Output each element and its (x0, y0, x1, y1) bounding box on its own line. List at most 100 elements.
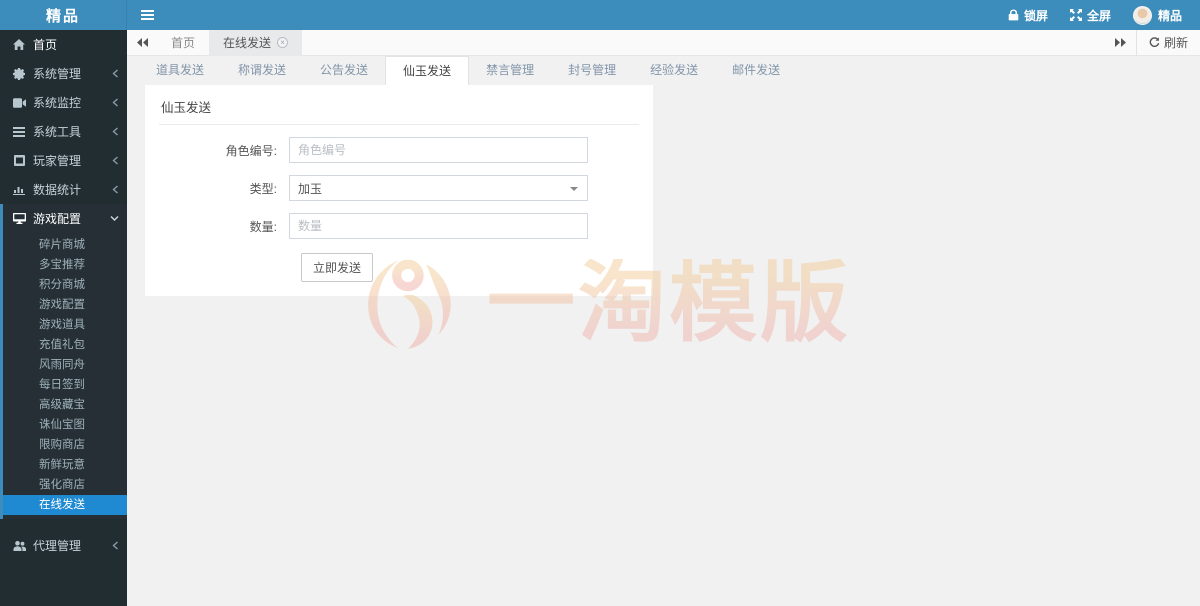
user-menu[interactable]: 精品 (1133, 6, 1182, 25)
type-select[interactable]: 加玉 (289, 175, 588, 201)
chevron-left-icon (112, 185, 119, 194)
lock-screen-label: 锁屏 (1024, 7, 1048, 24)
form-row-role-id: 角色编号: (159, 137, 639, 163)
type-label: 类型: (159, 180, 289, 197)
fullscreen-label: 全屏 (1087, 7, 1111, 24)
breadcrumb-tabbar: 首页 在线发送 × 刷新 (127, 30, 1200, 56)
type-select-value: 加玉 (298, 180, 322, 197)
top-header: 精品 锁屏 全屏 精品 (0, 0, 1200, 30)
panel-title: 仙玉发送 (159, 95, 639, 125)
submenu-item-fresh-stuff[interactable]: 新鲜玩意 (3, 455, 127, 475)
xianyu-send-panel: 仙玉发送 角色编号: 类型: 加玉 数量: 立即发送 (145, 85, 653, 296)
tab-announcement-send[interactable]: 公告发送 (303, 56, 385, 85)
submenu-item-zhuxian-map[interactable]: 诛仙宝图 (3, 415, 127, 435)
tab-exp-send[interactable]: 经验发送 (633, 56, 715, 85)
scroll-tabs-right-button[interactable] (1106, 30, 1136, 56)
role-id-input[interactable] (289, 137, 588, 163)
tab-online-send[interactable]: 在线发送 × (209, 30, 302, 56)
list-icon (12, 127, 26, 137)
double-right-arrow-icon (1115, 38, 1126, 47)
tab-label: 在线发送 (223, 34, 271, 51)
chevron-left-icon (112, 156, 119, 165)
refresh-button[interactable]: 刷新 (1136, 30, 1200, 56)
submenu-item-fengyu-tongzhou[interactable]: 风雨同舟 (3, 355, 127, 375)
top-navbar: 锁屏 全屏 精品 (127, 0, 1200, 30)
chevron-left-icon (112, 69, 119, 78)
fullscreen-icon (1070, 9, 1082, 21)
chevron-left-icon (112, 98, 119, 107)
sidebar-item-label: 代理管理 (33, 537, 112, 554)
submenu-item-points-shop[interactable]: 积分商城 (3, 275, 127, 295)
sidebar-item-label: 系统管理 (33, 65, 112, 82)
sidebar-item-system-tools[interactable]: 系统工具 (0, 117, 127, 146)
sidebar-item-system-management[interactable]: 系统管理 (0, 59, 127, 88)
tab-home[interactable]: 首页 (157, 30, 209, 56)
game-config-submenu: 碎片商城 多宝推荐 积分商城 游戏配置 游戏道具 充值礼包 风雨同舟 每日签到 … (3, 233, 127, 519)
sidebar-item-label: 数据统计 (33, 181, 112, 198)
double-left-arrow-icon (137, 38, 148, 47)
fullscreen-button[interactable]: 全屏 (1070, 7, 1111, 24)
sidebar-item-label: 系统监控 (33, 94, 112, 111)
bar-chart-icon (12, 185, 26, 195)
submenu-item-advanced-treasure[interactable]: 高级藏宝 (3, 395, 127, 415)
refresh-label: 刷新 (1164, 34, 1188, 51)
submenu-item-enhance-shop[interactable]: 强化商店 (3, 475, 127, 495)
send-tabs: 道具发送 称谓发送 公告发送 仙玉发送 禁言管理 封号管理 经验发送 邮件发送 (127, 56, 1200, 85)
sidebar-item-label: 系统工具 (33, 123, 112, 140)
role-id-label: 角色编号: (159, 142, 289, 159)
lock-icon (1008, 9, 1019, 21)
caret-down-icon (570, 187, 578, 191)
sidebar-item-data-statistics[interactable]: 数据统计 (0, 175, 127, 204)
sidebar-item-home[interactable]: 首页 (0, 30, 127, 59)
tab-mute-management[interactable]: 禁言管理 (469, 56, 551, 85)
submenu-item-fragment-shop[interactable]: 碎片商城 (3, 235, 127, 255)
chevron-down-icon (110, 215, 119, 222)
lock-screen-button[interactable]: 锁屏 (1008, 7, 1048, 24)
submenu-item-recharge-pack[interactable]: 充值礼包 (3, 335, 127, 355)
quantity-label: 数量: (159, 218, 289, 235)
chevron-left-icon (112, 127, 119, 136)
tab-item-send[interactable]: 道具发送 (139, 56, 221, 85)
sidebar: 首页 系统管理 系统监控 系统工具 玩家管理 数据统计 游戏配置 碎片商城 多宝… (0, 30, 127, 606)
sidebar-item-label: 首页 (33, 36, 119, 53)
send-now-button[interactable]: 立即发送 (301, 253, 373, 282)
video-camera-icon (12, 98, 26, 108)
user-avatar (1133, 6, 1152, 25)
submenu-item-duobao-recommend[interactable]: 多宝推荐 (3, 255, 127, 275)
tab-mail-send[interactable]: 邮件发送 (715, 56, 797, 85)
hamburger-icon (141, 10, 154, 20)
navbar-right-group: 锁屏 全屏 精品 (1008, 6, 1200, 25)
sidebar-item-agent-management[interactable]: 代理管理 (0, 531, 127, 560)
submenu-item-daily-signin[interactable]: 每日签到 (3, 375, 127, 395)
gear-icon (12, 68, 26, 80)
form-row-type: 类型: 加玉 (159, 175, 639, 201)
scroll-tabs-left-button[interactable] (127, 30, 157, 56)
main-content: 道具发送 称谓发送 公告发送 仙玉发送 禁言管理 封号管理 经验发送 邮件发送 … (127, 56, 1200, 606)
submenu-item-online-send[interactable]: 在线发送 (3, 495, 127, 515)
close-tab-icon[interactable]: × (277, 37, 288, 48)
submenu-item-game-items[interactable]: 游戏道具 (3, 315, 127, 335)
sidebar-treeview-game-config: 游戏配置 碎片商城 多宝推荐 积分商城 游戏配置 游戏道具 充值礼包 风雨同舟 … (0, 204, 127, 519)
tabbar-right-group: 刷新 (1106, 30, 1200, 56)
tab-xianyu-send[interactable]: 仙玉发送 (385, 56, 469, 85)
tab-ban-management[interactable]: 封号管理 (551, 56, 633, 85)
sidebar-item-system-monitor[interactable]: 系统监控 (0, 88, 127, 117)
sidebar-item-label: 游戏配置 (33, 210, 110, 227)
app-logo[interactable]: 精品 (0, 0, 127, 30)
home-icon (12, 39, 26, 51)
form-row-quantity: 数量: (159, 213, 639, 239)
sidebar-item-game-config[interactable]: 游戏配置 (3, 204, 127, 233)
quantity-input[interactable] (289, 213, 588, 239)
tab-title-send[interactable]: 称谓发送 (221, 56, 303, 85)
submenu-item-game-settings[interactable]: 游戏配置 (3, 295, 127, 315)
users-icon (12, 541, 26, 551)
sidebar-item-player-management[interactable]: 玩家管理 (0, 146, 127, 175)
submenu-item-limited-shop[interactable]: 限购商店 (3, 435, 127, 455)
refresh-icon (1149, 37, 1160, 48)
sidebar-item-label: 玩家管理 (33, 152, 112, 169)
username: 精品 (1158, 7, 1182, 24)
player-edit-icon (12, 155, 26, 166)
sidebar-toggle-button[interactable] (127, 0, 167, 30)
desktop-icon (12, 213, 26, 224)
submit-row: 立即发送 (159, 253, 639, 282)
